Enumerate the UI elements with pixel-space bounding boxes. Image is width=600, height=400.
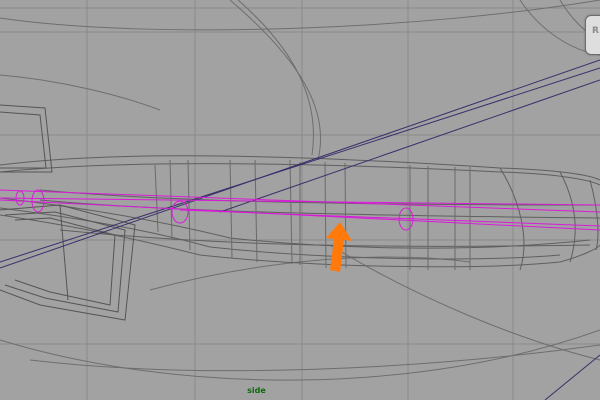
cockpit-frames: [0, 104, 136, 321]
orange-arrow-icon: [326, 222, 352, 272]
camera-label: side: [247, 386, 266, 395]
viewport-side[interactable]: RI side: [0, 0, 600, 400]
wireframe-scene[interactable]: [0, 0, 600, 400]
view-cube[interactable]: RI: [585, 15, 600, 55]
